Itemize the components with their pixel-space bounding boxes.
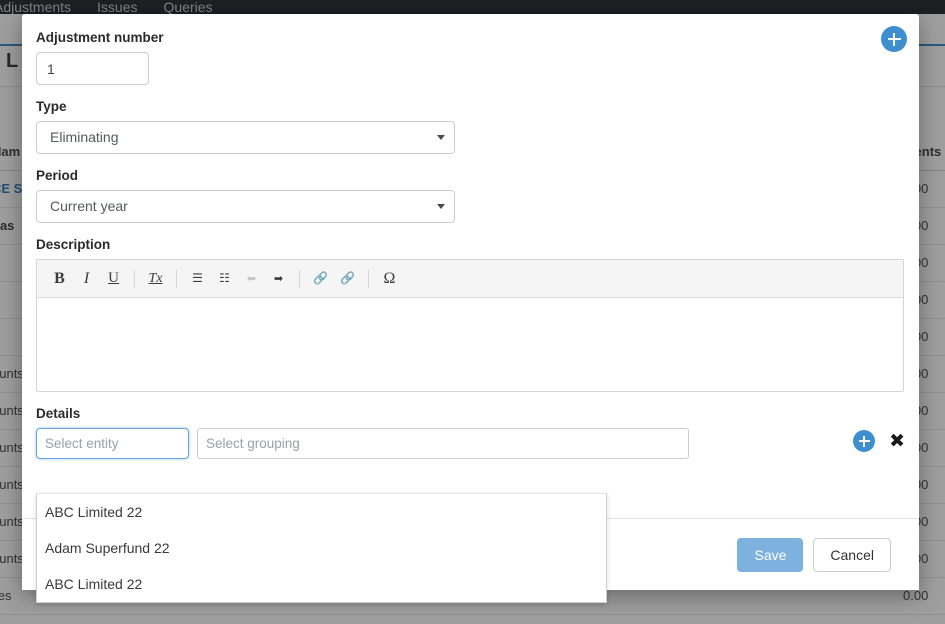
adjustment-dialog: Adjustment number Type Eliminating Perio…: [22, 14, 919, 590]
description-label: Description: [36, 237, 905, 252]
toolbar-separator: [176, 270, 177, 288]
remove-detail-row-button[interactable]: ✖: [889, 432, 905, 451]
details-label: Details: [36, 406, 905, 421]
save-button[interactable]: Save: [737, 538, 803, 572]
type-group: Type Eliminating: [36, 99, 905, 154]
details-row: ✖: [36, 428, 905, 459]
description-editor: BIU Tx ☰☷⬅➡ 🔗🔗 Ω: [36, 259, 904, 392]
toolbar-separator: [134, 270, 135, 288]
adjustment-number-group: Adjustment number: [36, 30, 905, 85]
increase-indent-icon[interactable]: ➡: [266, 266, 291, 291]
add-adjustment-button[interactable]: [881, 26, 907, 52]
underline-icon[interactable]: U: [101, 266, 126, 291]
select-grouping-input[interactable]: [197, 428, 689, 459]
remove-format-icon[interactable]: Tx: [143, 266, 168, 291]
type-select[interactable]: Eliminating: [36, 121, 455, 154]
italic-icon[interactable]: I: [74, 266, 99, 291]
type-select-wrapper: Eliminating: [36, 121, 455, 154]
screen: L G Nam ments CE S0.00t as0.00s0.00s0.00…: [0, 0, 945, 624]
period-select-wrapper: Current year: [36, 190, 455, 223]
entity-autocomplete-dropdown: ABC Limited 22Adam Superfund 22ABC Limit…: [36, 493, 607, 603]
description-editor-toolbar: BIU Tx ☰☷⬅➡ 🔗🔗 Ω: [37, 260, 903, 298]
details-group: Details ✖: [36, 406, 905, 459]
adjustment-number-label: Adjustment number: [36, 30, 905, 45]
period-select[interactable]: Current year: [36, 190, 455, 223]
link-icon[interactable]: 🔗: [308, 266, 333, 291]
autocomplete-option[interactable]: ABC Limited 22: [37, 566, 606, 602]
cancel-button[interactable]: Cancel: [813, 538, 891, 572]
unlink-icon: 🔗: [335, 266, 360, 291]
description-editor-area[interactable]: [37, 298, 903, 391]
numbered-list-icon[interactable]: ☷: [212, 266, 237, 291]
dialog-body: Adjustment number Type Eliminating Perio…: [22, 14, 919, 512]
autocomplete-option[interactable]: Adam Superfund 22: [37, 530, 606, 566]
toolbar-separator: [299, 270, 300, 288]
period-group: Period Current year: [36, 168, 905, 223]
type-label: Type: [36, 99, 905, 114]
special-character-icon[interactable]: Ω: [377, 266, 402, 291]
toolbar-separator: [368, 270, 369, 288]
add-detail-row-button[interactable]: [853, 430, 875, 452]
bulleted-list-icon[interactable]: ☰: [185, 266, 210, 291]
decrease-indent-icon: ⬅: [239, 266, 264, 291]
select-entity-input[interactable]: [36, 428, 189, 459]
autocomplete-option[interactable]: ABC Limited 22: [37, 494, 606, 530]
description-group: Description BIU Tx ☰☷⬅➡ 🔗🔗 Ω: [36, 237, 905, 392]
adjustment-number-input[interactable]: [36, 52, 149, 85]
details-row-actions: ✖: [853, 430, 905, 452]
period-label: Period: [36, 168, 905, 183]
bold-icon[interactable]: B: [47, 266, 72, 291]
